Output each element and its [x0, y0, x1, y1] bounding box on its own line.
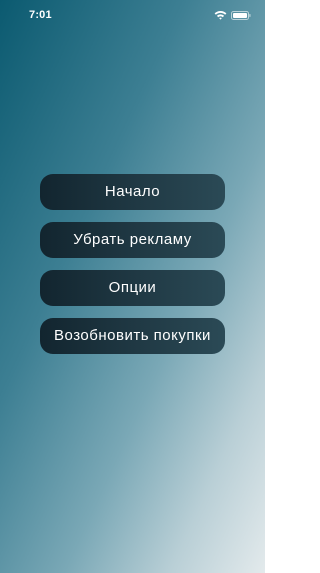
app-screen: 7:01 Начало Убрать рекламу Опции Возобно…	[0, 0, 265, 573]
restore-purchases-button-label: Возобновить покупки	[54, 327, 211, 344]
options-button-label: Опции	[108, 279, 157, 296]
remove-ads-button[interactable]: Убрать рекламу	[40, 222, 225, 258]
main-menu: Начало Убрать рекламу Опции Возобновить …	[40, 174, 225, 354]
remove-ads-button-label: Убрать рекламу	[73, 231, 192, 248]
wifi-icon	[214, 11, 227, 20]
status-bar: 7:01	[0, 0, 265, 30]
options-button[interactable]: Опции	[40, 270, 225, 306]
battery-icon	[231, 11, 251, 20]
start-button[interactable]: Начало	[40, 174, 225, 210]
start-button-label: Начало	[104, 183, 161, 200]
restore-purchases-button[interactable]: Возобновить покупки	[40, 318, 225, 354]
status-time: 7:01	[29, 9, 52, 21]
